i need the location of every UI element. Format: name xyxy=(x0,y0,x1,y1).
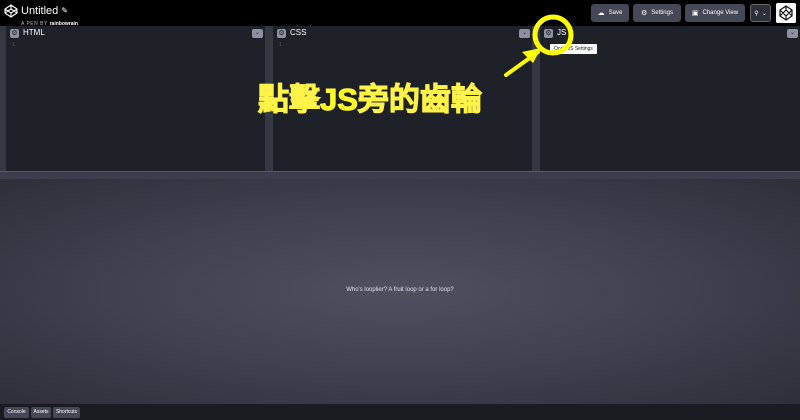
pen-title[interactable]: Untitled xyxy=(21,5,58,17)
change-view-label: Change View xyxy=(702,10,739,16)
save-button[interactable]: ☁ Save xyxy=(591,4,629,22)
editor-preview-resizer[interactable] xyxy=(0,171,800,179)
codepen-editor-window: Untitled ✎ A PEN BY rainbowrain ☁ Save ⚙ … xyxy=(0,0,800,420)
settings-button[interactable]: ⚙ Settings xyxy=(633,4,681,22)
js-settings-gear-icon[interactable]: ⚙ xyxy=(544,29,553,38)
pin-menu-button[interactable]: ⚲ ⌄ xyxy=(750,4,771,22)
preview-pane[interactable]: Who's looplier? A fruit loop or a for lo… xyxy=(0,179,800,404)
bottom-toolbar: Console Assets Shortcuts xyxy=(0,404,800,420)
save-label: Save xyxy=(608,10,623,16)
js-settings-tooltip: Open JS Settings xyxy=(550,44,597,54)
chevron-down-icon: ⌄ xyxy=(761,10,767,17)
pin-icon: ⚲ xyxy=(754,10,759,17)
css-js-resizer[interactable] xyxy=(532,26,540,171)
html-editor[interactable]: ⚙ HTML ⌄ 1 xyxy=(6,26,265,171)
preview-text: Who's looplier? A fruit loop or a for lo… xyxy=(346,287,454,293)
html-settings-gear-icon[interactable]: ⚙ xyxy=(10,29,19,38)
chevron-down-icon[interactable]: ⌄ xyxy=(519,29,530,38)
user-avatar[interactable] xyxy=(776,3,796,23)
assets-button[interactable]: Assets xyxy=(31,407,51,418)
js-editor-header: ⚙ JS ⌄ xyxy=(540,26,800,40)
chevron-down-icon[interactable]: ⌄ xyxy=(787,29,798,38)
html-editor-title: HTML xyxy=(23,28,45,37)
js-editor-title: JS xyxy=(557,28,567,37)
annotation-text: 點擊JS旁的齒輪 xyxy=(258,82,483,117)
pen-title-area: Untitled ✎ A PEN BY rainbowrain xyxy=(21,2,78,27)
pencil-icon[interactable]: ✎ xyxy=(61,7,68,15)
css-settings-gear-icon[interactable]: ⚙ xyxy=(277,29,286,38)
css-editor-header: ⚙ CSS ⌄ xyxy=(273,26,532,40)
cloud-icon: ☁ xyxy=(597,9,605,17)
codepen-logo-icon[interactable] xyxy=(4,4,18,18)
console-button[interactable]: Console xyxy=(4,407,29,418)
css-line-number: 1 xyxy=(279,42,282,48)
settings-label: Settings xyxy=(651,10,673,16)
html-editor-header: ⚙ HTML ⌄ xyxy=(6,26,265,40)
gear-icon: ⚙ xyxy=(641,9,648,17)
css-editor-title: CSS xyxy=(290,28,307,37)
shortcuts-button[interactable]: Shortcuts xyxy=(53,407,80,418)
top-header: Untitled ✎ A PEN BY rainbowrain ☁ Save ⚙ … xyxy=(0,0,800,27)
html-line-number: 1 xyxy=(12,42,15,48)
change-view-button[interactable]: ▣ Change View xyxy=(685,4,745,22)
chevron-down-icon[interactable]: ⌄ xyxy=(252,29,263,38)
layout-icon: ▣ xyxy=(691,9,699,17)
